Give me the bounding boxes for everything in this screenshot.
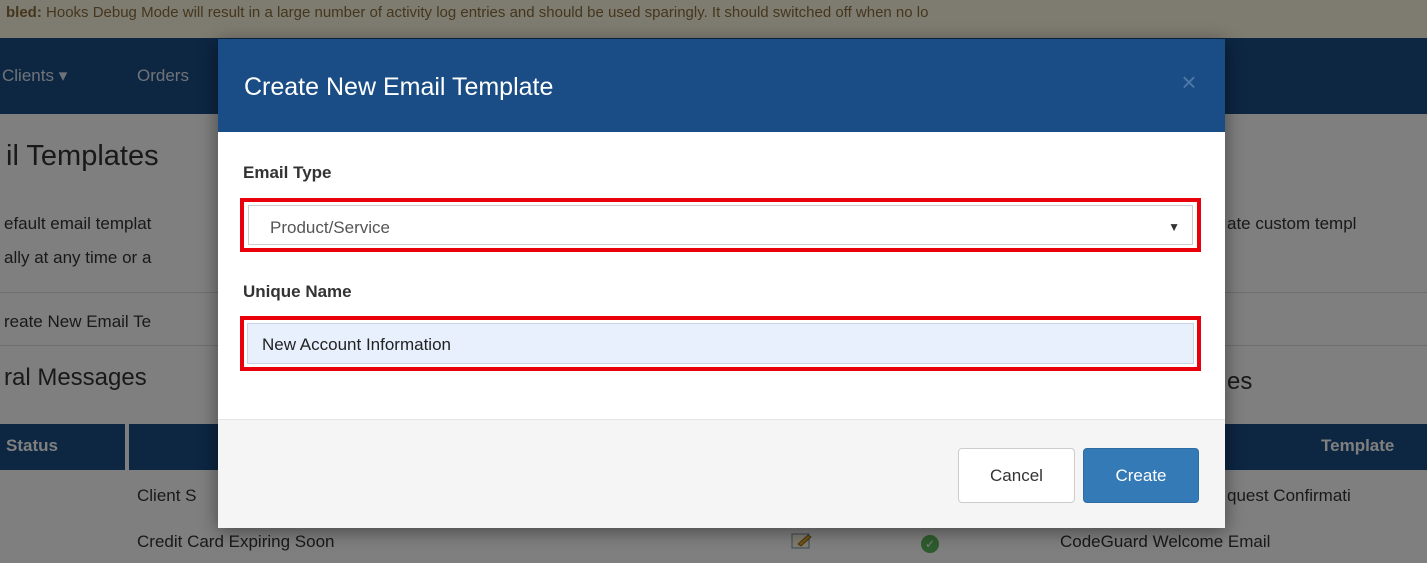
chevron-down-icon: ▼ — [1168, 220, 1180, 234]
email-type-selected-value: Product/Service — [270, 218, 390, 237]
create-button[interactable]: Create — [1083, 448, 1199, 503]
cancel-button[interactable]: Cancel — [958, 448, 1075, 503]
create-email-template-modal: Create New Email Template × Email Type P… — [218, 39, 1225, 528]
close-icon[interactable]: × — [1174, 67, 1204, 97]
unique-name-input-highlight: New Account Information — [240, 316, 1201, 371]
modal-footer: Cancel Create — [218, 419, 1225, 528]
email-type-select[interactable]: Product/Service ▼ — [248, 205, 1193, 245]
unique-name-label: Unique Name — [243, 282, 352, 301]
email-type-label: Email Type — [243, 163, 332, 182]
email-type-select-highlight: Product/Service ▼ — [240, 198, 1201, 252]
modal-header: Create New Email Template × — [218, 39, 1225, 132]
unique-name-value: New Account Information — [262, 335, 451, 354]
modal-title: Create New Email Template — [244, 73, 554, 101]
unique-name-input[interactable]: New Account Information — [247, 323, 1194, 364]
